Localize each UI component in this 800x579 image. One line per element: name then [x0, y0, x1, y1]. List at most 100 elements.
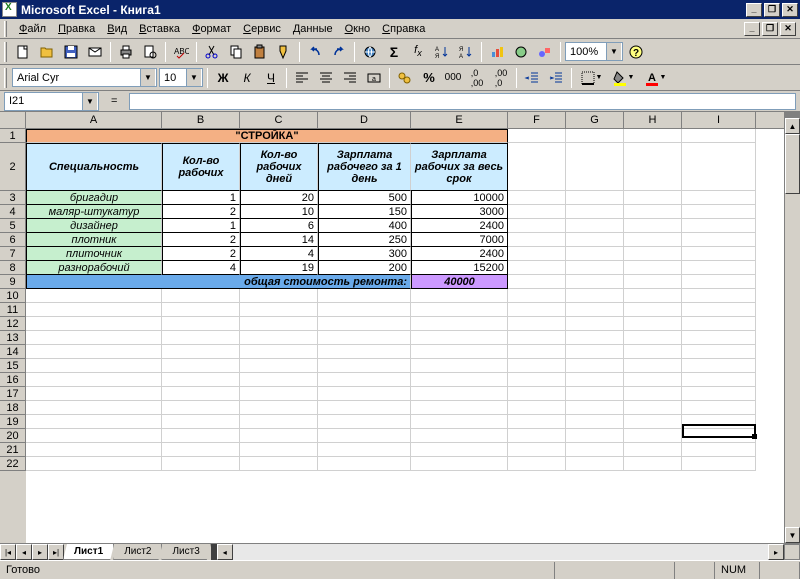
cell[interactable] [411, 387, 508, 401]
cell[interactable] [240, 387, 318, 401]
cell[interactable] [624, 129, 682, 143]
row-header-7[interactable]: 7 [0, 247, 26, 261]
col-header-B[interactable]: B [162, 112, 240, 128]
cell[interactable] [240, 303, 318, 317]
row-header-11[interactable]: 11 [0, 303, 26, 317]
col-header-C[interactable]: C [240, 112, 318, 128]
cell[interactable] [508, 331, 566, 345]
font-input[interactable] [13, 72, 140, 84]
cell[interactable] [240, 429, 318, 443]
cell[interactable] [566, 415, 624, 429]
cell[interactable] [162, 331, 240, 345]
cell[interactable] [411, 289, 508, 303]
cell[interactable] [318, 415, 411, 429]
cell[interactable] [508, 191, 566, 205]
cell[interactable] [162, 373, 240, 387]
cell[interactable] [240, 373, 318, 387]
row-header-10[interactable]: 10 [0, 289, 26, 303]
row-header-12[interactable]: 12 [0, 317, 26, 331]
sheet-tab[interactable]: Лист1 [63, 544, 114, 560]
cell[interactable] [508, 289, 566, 303]
cell[interactable] [162, 443, 240, 457]
sum-value-cell[interactable]: 40000 [411, 275, 508, 289]
cell[interactable]: 250 [318, 233, 411, 247]
cell[interactable] [624, 359, 682, 373]
cell[interactable] [411, 429, 508, 443]
comma-icon[interactable]: 000 [442, 67, 464, 89]
cell[interactable] [508, 373, 566, 387]
scroll-up-icon[interactable]: ▲ [785, 118, 800, 134]
cell[interactable] [624, 191, 682, 205]
bold-icon[interactable]: Ж [212, 67, 234, 89]
cell[interactable] [682, 415, 756, 429]
header-cell[interactable]: Зарплата рабочих за весь срок [411, 143, 508, 191]
save-icon[interactable] [60, 41, 82, 63]
menu-6[interactable]: Данные [287, 21, 339, 37]
paste-icon[interactable] [249, 41, 271, 63]
row-header-21[interactable]: 21 [0, 443, 26, 457]
cell[interactable] [682, 443, 756, 457]
cell[interactable] [624, 233, 682, 247]
cell[interactable] [318, 289, 411, 303]
cell[interactable] [624, 345, 682, 359]
cell[interactable] [508, 143, 566, 191]
sort-asc-icon[interactable]: АЯ [431, 41, 453, 63]
cell[interactable] [318, 387, 411, 401]
cell[interactable] [508, 429, 566, 443]
cell[interactable] [318, 359, 411, 373]
percent-icon[interactable]: % [418, 67, 440, 89]
spell-icon[interactable]: ABC [170, 41, 192, 63]
doc-restore-button[interactable]: ❐ [762, 22, 778, 36]
header-cell[interactable]: Кол-во рабочих дней [240, 143, 318, 191]
scroll-thumb[interactable] [785, 134, 800, 194]
cell[interactable] [566, 345, 624, 359]
cell[interactable] [624, 331, 682, 345]
cell[interactable] [240, 401, 318, 415]
header-cell[interactable]: Кол-во рабочих [162, 143, 240, 191]
cell[interactable] [26, 331, 162, 345]
cell[interactable]: 2 [162, 233, 240, 247]
cell[interactable]: 10000 [411, 191, 508, 205]
cell[interactable] [624, 143, 682, 191]
cell[interactable] [508, 317, 566, 331]
cell[interactable] [240, 359, 318, 373]
cell[interactable]: 500 [318, 191, 411, 205]
redo-icon[interactable] [328, 41, 350, 63]
mail-icon[interactable] [84, 41, 106, 63]
cell[interactable] [682, 261, 756, 275]
cell[interactable] [162, 457, 240, 471]
cell[interactable] [624, 219, 682, 233]
cell-grid[interactable]: "СТРОЙКА"СпециальностьКол-во рабочихКол-… [26, 129, 784, 543]
cell[interactable] [682, 205, 756, 219]
cell[interactable] [162, 401, 240, 415]
cell[interactable] [682, 387, 756, 401]
horizontal-scrollbar[interactable]: ◂ ▸ [217, 544, 784, 560]
cell[interactable] [162, 303, 240, 317]
tab-prev-icon[interactable]: ◂ [16, 544, 32, 560]
menu-2[interactable]: Вид [101, 21, 133, 37]
cell[interactable] [26, 457, 162, 471]
drawing-icon[interactable] [534, 41, 556, 63]
row-header-6[interactable]: 6 [0, 233, 26, 247]
cell[interactable] [508, 275, 566, 289]
format-painter-icon[interactable] [273, 41, 295, 63]
cell[interactable] [682, 331, 756, 345]
row-header-20[interactable]: 20 [0, 429, 26, 443]
tab-last-icon[interactable]: ▸| [48, 544, 64, 560]
cell[interactable] [26, 429, 162, 443]
cell[interactable] [162, 289, 240, 303]
cell[interactable] [682, 143, 756, 191]
row-header-5[interactable]: 5 [0, 219, 26, 233]
row-header-15[interactable]: 15 [0, 359, 26, 373]
cell[interactable] [240, 345, 318, 359]
cell[interactable] [566, 247, 624, 261]
preview-icon[interactable] [139, 41, 161, 63]
fill-color-icon[interactable]: ▼ [608, 67, 638, 89]
cell[interactable] [318, 429, 411, 443]
sum-icon[interactable]: Σ [383, 41, 405, 63]
menu-3[interactable]: Вставка [133, 21, 186, 37]
cell[interactable] [566, 331, 624, 345]
menu-5[interactable]: Сервис [237, 21, 287, 37]
cell[interactable] [162, 359, 240, 373]
row-header-9[interactable]: 9 [0, 275, 26, 289]
